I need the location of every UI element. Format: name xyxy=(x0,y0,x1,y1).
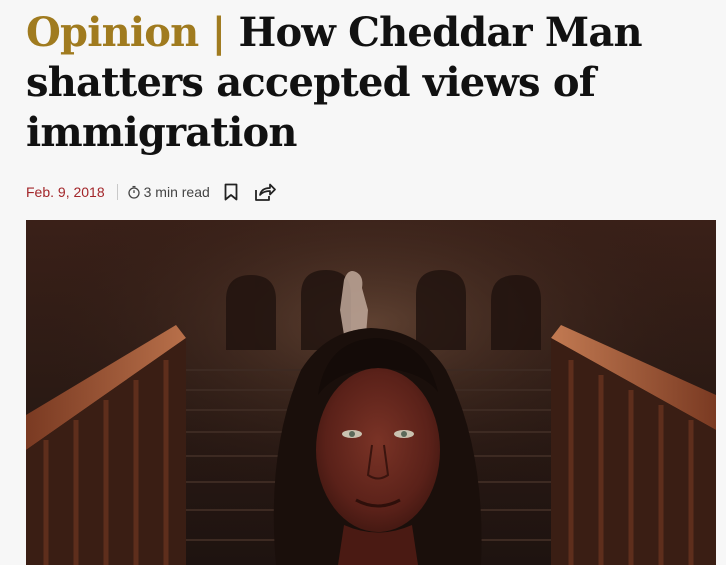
stopwatch-icon xyxy=(127,185,140,199)
bookmark-icon xyxy=(224,183,238,201)
share-icon xyxy=(254,183,276,201)
share-button[interactable] xyxy=(254,181,278,203)
meta-divider xyxy=(116,184,118,200)
hero-image xyxy=(26,220,716,565)
article-meta: Feb. 9, 2018 3 min read xyxy=(26,180,278,204)
headline: Opinion | How Cheddar Man shatters accep… xyxy=(26,8,706,158)
bookmark-button[interactable] xyxy=(224,181,244,203)
read-time: 3 min read xyxy=(143,184,210,200)
headline-kicker: Opinion | xyxy=(26,9,226,56)
article-page: Opinion | How Cheddar Man shatters accep… xyxy=(0,0,726,565)
cheddar-man-photo xyxy=(26,220,716,565)
publish-date: Feb. 9, 2018 xyxy=(26,184,105,200)
